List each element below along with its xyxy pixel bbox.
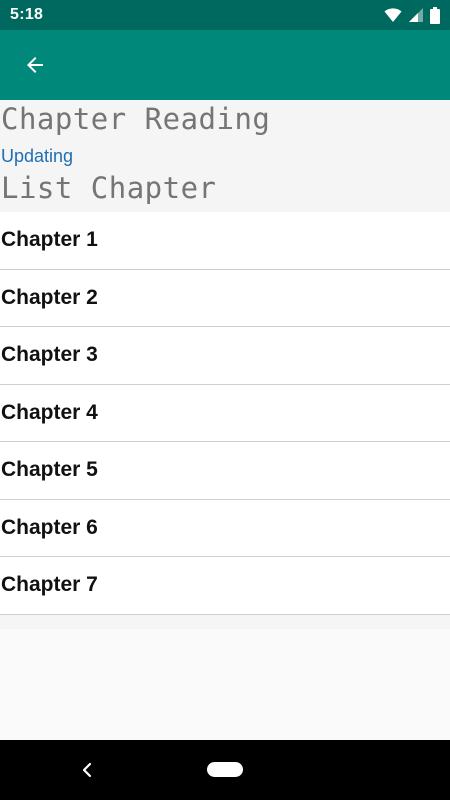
wifi-icon — [384, 8, 402, 22]
cell-signal-icon — [409, 8, 423, 22]
chapter-item[interactable]: Chapter 4 — [0, 385, 450, 442]
chapter-item[interactable]: Chapter 7 — [0, 557, 450, 615]
update-status: Updating — [1, 146, 74, 166]
chapter-label: Chapter 5 — [1, 458, 98, 482]
nav-back-icon[interactable] — [76, 758, 100, 782]
chapter-label: Chapter 3 — [1, 343, 98, 367]
status-icons — [384, 6, 440, 24]
chapter-label: Chapter 6 — [1, 515, 98, 539]
chapter-item[interactable]: Chapter 1 — [0, 212, 450, 270]
chapter-reading-title: Chapter Reading — [1, 102, 271, 136]
chapter-item[interactable]: Chapter 6 — [0, 500, 450, 557]
chapter-item[interactable]: Chapter 3 — [0, 327, 450, 385]
back-button[interactable] — [7, 37, 63, 93]
chapter-label: Chapter 1 — [1, 228, 98, 252]
chapter-item[interactable]: Chapter 2 — [0, 270, 450, 327]
status-bar: 5:18 — [0, 0, 450, 30]
chapter-header: Chapter Reading Updating List Chapter — [0, 100, 450, 212]
list-footer — [0, 614, 450, 629]
chapter-label: Chapter 2 — [1, 285, 98, 309]
chapter-list: Chapter 1 Chapter 2 Chapter 3 Chapter 4 … — [0, 212, 450, 629]
chapter-item[interactable]: Chapter 5 — [0, 442, 450, 500]
chapter-label: Chapter 7 — [1, 573, 98, 597]
list-chapter-title: List Chapter — [1, 171, 217, 205]
app-bar — [0, 30, 450, 100]
battery-icon — [430, 6, 440, 24]
arrow-back-icon — [27, 57, 43, 73]
chapter-label: Chapter 4 — [1, 400, 98, 424]
system-nav-bar — [0, 740, 450, 800]
status-time: 5:18 — [10, 6, 44, 23]
home-pill-icon[interactable] — [207, 762, 243, 777]
